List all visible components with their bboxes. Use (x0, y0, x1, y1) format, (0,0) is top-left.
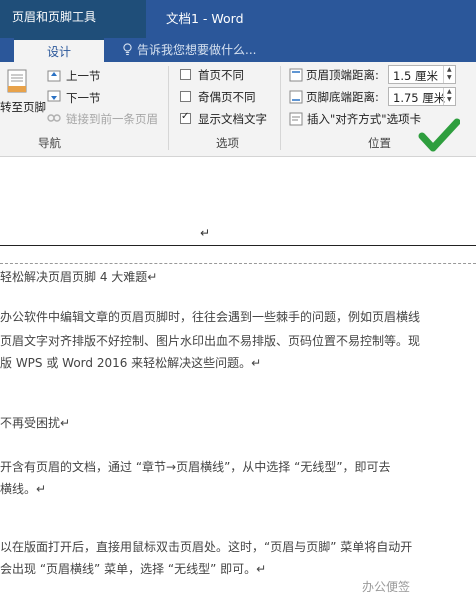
insert-alignment-tab-button[interactable]: 插入"对齐方式"选项卡 (307, 111, 421, 127)
header-top-label: 页眉顶端距离: (306, 68, 379, 82)
prev-section-icon (47, 70, 61, 82)
header-boundary-dashed (0, 263, 476, 264)
doc-line: 办公软件中编辑文章的页眉页脚时，往往会遇到一些棘手的问题，例如页眉横线 (0, 310, 421, 324)
next-section-button[interactable]: 下一节 (66, 90, 101, 106)
tell-me-text: 告诉我您想要做什么... (137, 43, 257, 57)
checkmark-icon (418, 118, 460, 152)
text-cursor: ↵ (200, 226, 211, 240)
document-page[interactable]: ↵ 轻松解决页眉页脚 4 大难题↵ 办公软件中编辑文章的页眉页脚时，往往会遇到一… (0, 157, 476, 609)
link-to-previous-button[interactable]: 链接到前一条页眉 (66, 111, 158, 127)
prev-section-button[interactable]: 上一节 (66, 68, 101, 84)
spinner-arrows[interactable]: ▲ ▼ (443, 88, 455, 105)
footer-bottom-icon (289, 90, 303, 104)
doc-line: 横线。↵ (0, 482, 47, 496)
footer-bottom-label: 页脚底端距离: (306, 90, 379, 104)
doc-line-heading: 不再受困扰↵ (0, 416, 71, 430)
context-tab-group: 页眉和页脚工具 (0, 0, 146, 38)
chevron-up-icon[interactable]: ▲ (447, 66, 452, 73)
tab-design[interactable]: 设计 (14, 38, 104, 62)
doc-line: 版 WPS 或 Word 2016 来轻松解决这些问题。↵ (0, 356, 262, 370)
footer-bottom-value: 1.75 厘米 (393, 91, 446, 105)
footer-bottom-spinner[interactable]: 1.75 厘米 ▲ ▼ (388, 87, 456, 106)
odd-even-checkbox[interactable] (180, 91, 191, 102)
chevron-down-icon[interactable]: ▼ (447, 74, 452, 81)
ribbon-tab-row: 设计 告诉我您想要做什么... (0, 38, 476, 62)
chevron-up-icon[interactable]: ▲ (447, 88, 452, 95)
ribbon-panel: 转至页脚 上一节 下一节 链接到前一条页眉 导航 首页不同 奇偶页不同 显示文档… (0, 62, 476, 157)
doc-line: 会出现 “页眉横线” 菜单，选择 “无线型” 即可。↵ (0, 562, 267, 576)
goto-footer-icon[interactable] (2, 68, 32, 94)
header-top-value: 1.5 厘米 (393, 69, 438, 83)
chevron-down-icon[interactable]: ▼ (447, 96, 452, 103)
options-group-label: 选项 (216, 136, 239, 150)
context-group-label: 页眉和页脚工具 (12, 10, 97, 24)
next-section-icon (47, 90, 61, 102)
doc-line: 开含有页眉的文档，通过 “章节→页眉横线”，从中选择 “无线型”，即可去 (0, 460, 391, 474)
insert-tab-icon (289, 112, 303, 126)
tab-design-label: 设计 (47, 45, 72, 59)
first-page-label: 首页不同 (198, 68, 244, 82)
odd-even-label: 奇偶页不同 (198, 90, 256, 104)
window-title: 文档1 - Word (166, 11, 244, 26)
spinner-arrows[interactable]: ▲ ▼ (443, 66, 455, 83)
header-top-icon (289, 68, 303, 82)
tell-me-search[interactable]: 告诉我您想要做什么... (122, 41, 256, 58)
show-text-checkbox[interactable] (180, 111, 191, 124)
header-top-spinner[interactable]: 1.5 厘米 ▲ ▼ (388, 65, 456, 84)
link-icon (47, 114, 61, 122)
doc-line-title: 轻松解决页眉页脚 4 大难题↵ (0, 270, 158, 284)
doc-line: 页眉文字对齐排版不好控制、图片水印出血不易排版、页码位置不易控制等。现 (0, 334, 421, 348)
group-separator (280, 66, 281, 150)
watermark-text: 办公便签 (362, 580, 411, 594)
navigation-group-label: 导航 (38, 136, 61, 150)
goto-footer-button[interactable]: 转至页脚 (0, 99, 46, 115)
show-text-label: 显示文档文字 (198, 112, 267, 126)
first-page-checkbox[interactable] (180, 69, 191, 80)
group-separator (168, 66, 169, 150)
header-rule-line (0, 245, 476, 246)
position-group-label: 位置 (368, 136, 391, 150)
doc-line: 以在版面打开后，直接用鼠标双击页眉处。这时，“页眉与页脚” 菜单将自动开 (0, 540, 413, 554)
lightbulb-icon (123, 43, 132, 56)
title-bar: 页眉和页脚工具 文档1 - Word (0, 0, 476, 38)
